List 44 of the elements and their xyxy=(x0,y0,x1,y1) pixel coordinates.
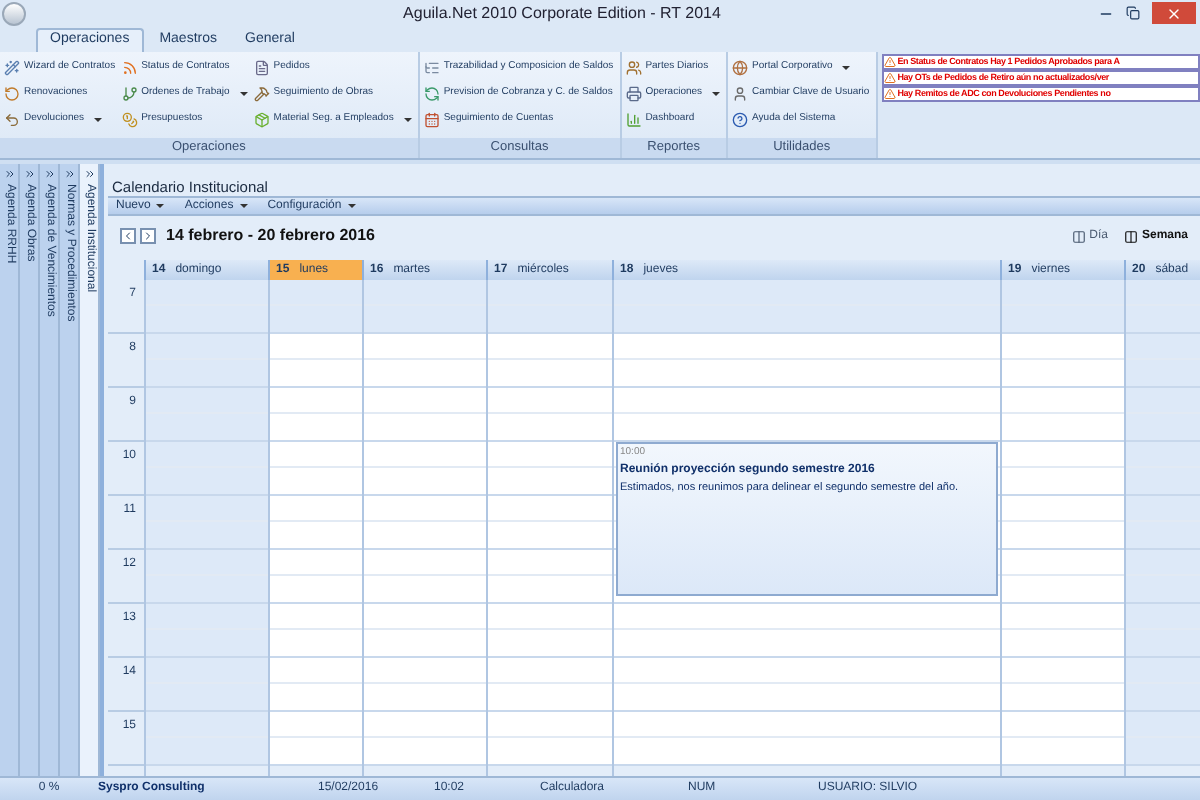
arrows-icon xyxy=(4,86,20,102)
dropdown-caret-icon xyxy=(712,92,721,96)
next-button[interactable] xyxy=(140,228,156,244)
globe-icon xyxy=(732,60,749,76)
previous-button[interactable] xyxy=(120,228,136,244)
refresh-icon xyxy=(423,86,440,102)
warning-icon xyxy=(883,56,896,68)
expand-icon xyxy=(43,168,55,180)
calendar-view-icon xyxy=(1123,229,1138,243)
wand-icon xyxy=(4,60,20,76)
expand-icon xyxy=(63,168,75,180)
dropdown-caret-icon xyxy=(239,92,248,96)
date-range: 14 febrero - 20 febrero 2016 xyxy=(166,224,375,248)
dropdown-caret-icon xyxy=(156,204,165,208)
app-orb-icon[interactable] xyxy=(2,1,26,25)
calendar-icon xyxy=(423,112,440,128)
calendar-view-icon xyxy=(1071,229,1086,243)
package-icon xyxy=(253,112,270,128)
close-button[interactable] xyxy=(1152,2,1196,24)
expand-icon xyxy=(83,168,95,180)
hammer-icon xyxy=(253,86,270,102)
restore-icon[interactable] xyxy=(1126,6,1140,20)
warning-icon xyxy=(883,88,896,100)
feed-icon xyxy=(121,60,138,76)
window-title: Aguila.Net 2010 Corporate Edition - RT 2014 xyxy=(401,1,723,25)
expand-icon xyxy=(23,168,35,180)
printer-icon xyxy=(625,86,642,102)
dropdown-caret-icon xyxy=(842,66,851,70)
document-icon xyxy=(253,60,270,76)
coins-icon xyxy=(121,112,138,128)
people-icon xyxy=(625,60,642,76)
expand-icon xyxy=(3,168,15,180)
dropdown-caret-icon xyxy=(403,118,412,122)
dropdown-caret-icon xyxy=(94,118,103,122)
close-icon xyxy=(1166,5,1182,21)
warning-icon xyxy=(883,72,896,84)
dropdown-caret-icon xyxy=(239,204,248,208)
dropdown-caret-icon xyxy=(347,204,356,208)
chart-icon xyxy=(625,112,642,128)
help-icon xyxy=(732,112,749,128)
person-icon xyxy=(732,86,749,102)
branch-icon xyxy=(121,86,138,102)
list-icon xyxy=(423,60,440,76)
undo-icon xyxy=(4,112,20,128)
